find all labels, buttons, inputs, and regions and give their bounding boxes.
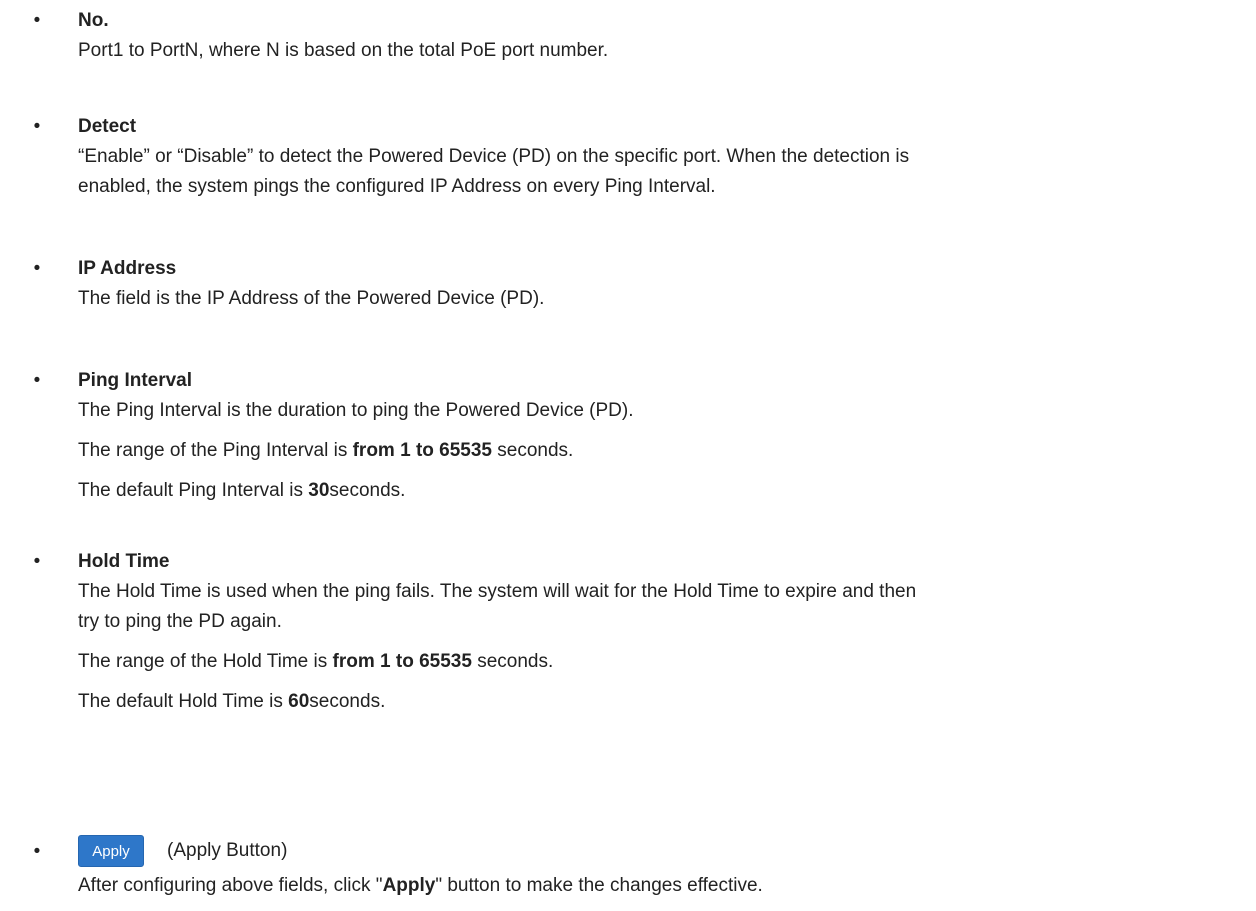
- default-suffix: seconds.: [329, 480, 406, 501]
- bullet: •: [33, 116, 41, 137]
- desc-ping-interval: The Ping Interval is the duration to pin…: [78, 400, 634, 421]
- desc-hold-time-line1: The Hold Time is used when the ping fail…: [78, 581, 917, 602]
- range-value: from 1 to 65535: [352, 440, 493, 461]
- bullet: •: [33, 841, 41, 862]
- default-prefix: The default Ping Interval is: [78, 480, 309, 501]
- default-prefix: The default Hold Time is: [78, 691, 289, 712]
- document-page: • No. Port1 to PortN, where N is based o…: [0, 0, 1256, 911]
- term-no: No.: [78, 10, 109, 31]
- apply-button[interactable]: Apply: [78, 835, 144, 867]
- range-value: from 1 to 65535: [332, 651, 472, 672]
- range-ping-interval: The range of the Ping Interval is from 1…: [78, 438, 573, 464]
- desc-hold-time-line2: try to ping the PD again.: [78, 611, 282, 632]
- range-suffix: seconds.: [471, 651, 554, 672]
- default-value: 60: [288, 691, 310, 712]
- desc-detect-line2: enabled, the system pings the configured…: [78, 176, 716, 197]
- range-prefix: The range of the Hold Time is: [78, 651, 333, 672]
- default-hold-time: The default Hold Time is 60seconds.: [78, 689, 385, 715]
- range-prefix: The range of the Ping Interval is: [78, 440, 353, 461]
- apply-caption: (Apply Button): [167, 840, 288, 861]
- default-suffix: seconds.: [309, 691, 386, 712]
- range-suffix: seconds.: [492, 440, 574, 461]
- apply-desc-prefix: After configuring above fields, click ": [78, 875, 383, 896]
- range-hold-time: The range of the Hold Time is from 1 to …: [78, 649, 553, 675]
- term-hold-time: Hold Time: [78, 551, 170, 572]
- bullet: •: [33, 551, 41, 572]
- apply-desc-bold: Apply: [382, 875, 436, 896]
- bullet: •: [33, 370, 41, 391]
- bullet: •: [33, 258, 41, 279]
- default-value: 30: [308, 480, 330, 501]
- term-ip-address: IP Address: [78, 258, 177, 279]
- bullet: •: [33, 10, 41, 31]
- term-ping-interval: Ping Interval: [78, 370, 193, 391]
- term-detect: Detect: [78, 116, 137, 137]
- desc-ip-address: The field is the IP Address of the Power…: [78, 288, 545, 309]
- desc-detect-line1: “Enable” or “Disable” to detect the Powe…: [78, 146, 910, 167]
- desc-no: Port1 to PortN, where N is based on the …: [78, 40, 609, 61]
- default-ping-interval: The default Ping Interval is 30seconds.: [78, 478, 405, 504]
- apply-desc-suffix: " button to make the changes effective.: [435, 875, 763, 896]
- desc-apply: After configuring above fields, click "A…: [78, 873, 763, 899]
